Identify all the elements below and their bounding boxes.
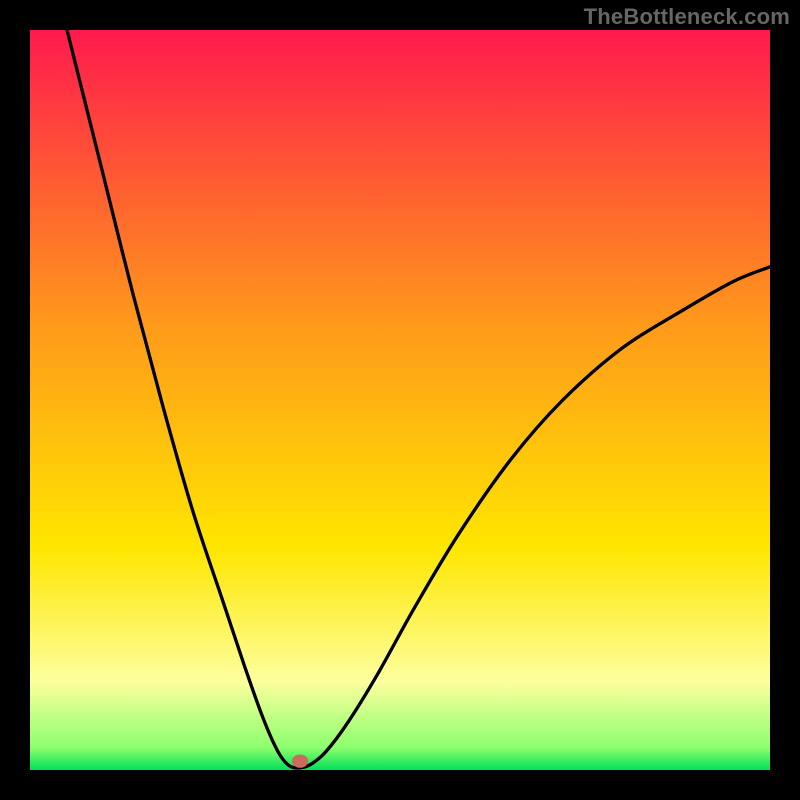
chart-stage: TheBottleneck.com <box>0 0 800 800</box>
watermark-text: TheBottleneck.com <box>584 4 790 30</box>
chart-svg <box>30 30 770 770</box>
optimum-marker <box>292 754 308 767</box>
plot-area <box>30 30 770 770</box>
gradient-background <box>30 30 770 770</box>
